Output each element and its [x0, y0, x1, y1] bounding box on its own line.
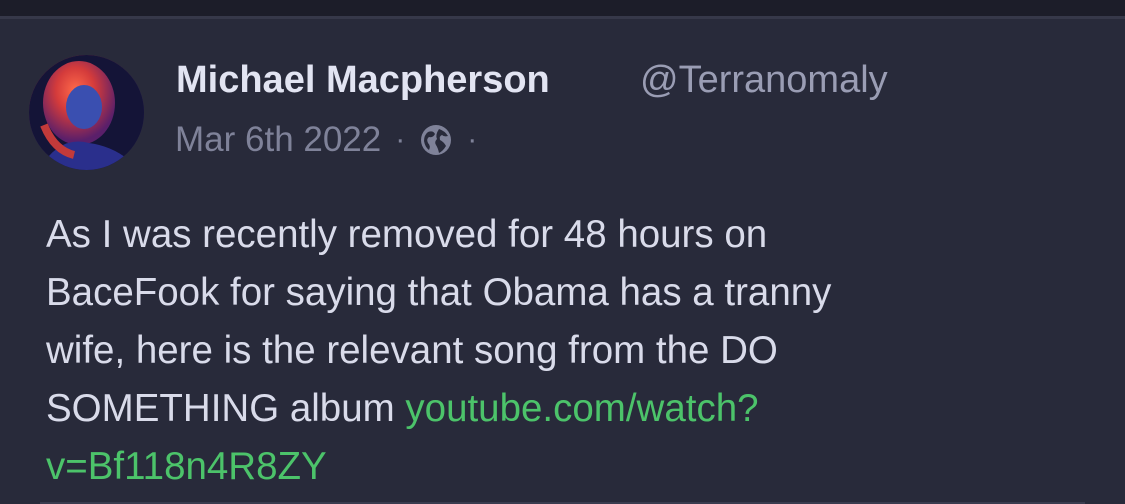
author-display-name[interactable]: Michael Macpherson [176, 59, 550, 102]
avatar[interactable] [29, 55, 144, 170]
post-card: Michael Macpherson @Terranomaly Mar 6th … [0, 19, 1125, 504]
top-bar [0, 0, 1125, 19]
post-meta: Mar 6th 2022 · · [175, 120, 491, 160]
post-text-line: SOMETHING album [46, 387, 406, 430]
post-date[interactable]: Mar 6th 2022 [175, 120, 381, 160]
meta-separator-2: · [467, 123, 478, 156]
post-text-line: wife, here is the relevant song from the… [46, 329, 778, 372]
post-content: As I was recently removed for 48 hours o… [46, 206, 1086, 496]
meta-separator: · [395, 123, 406, 156]
post-text-line: As I was recently removed for 48 hours o… [46, 213, 768, 256]
post-text-line: BaceFook for saying that Obama has a tra… [46, 271, 832, 314]
youtube-link-part-1[interactable]: youtube.com/watch? [405, 387, 758, 430]
author-handle[interactable]: @Terranomaly [640, 59, 888, 102]
globe-icon[interactable] [419, 123, 453, 157]
youtube-link-part-2[interactable]: v=Bf118n4R8ZY [46, 445, 327, 488]
